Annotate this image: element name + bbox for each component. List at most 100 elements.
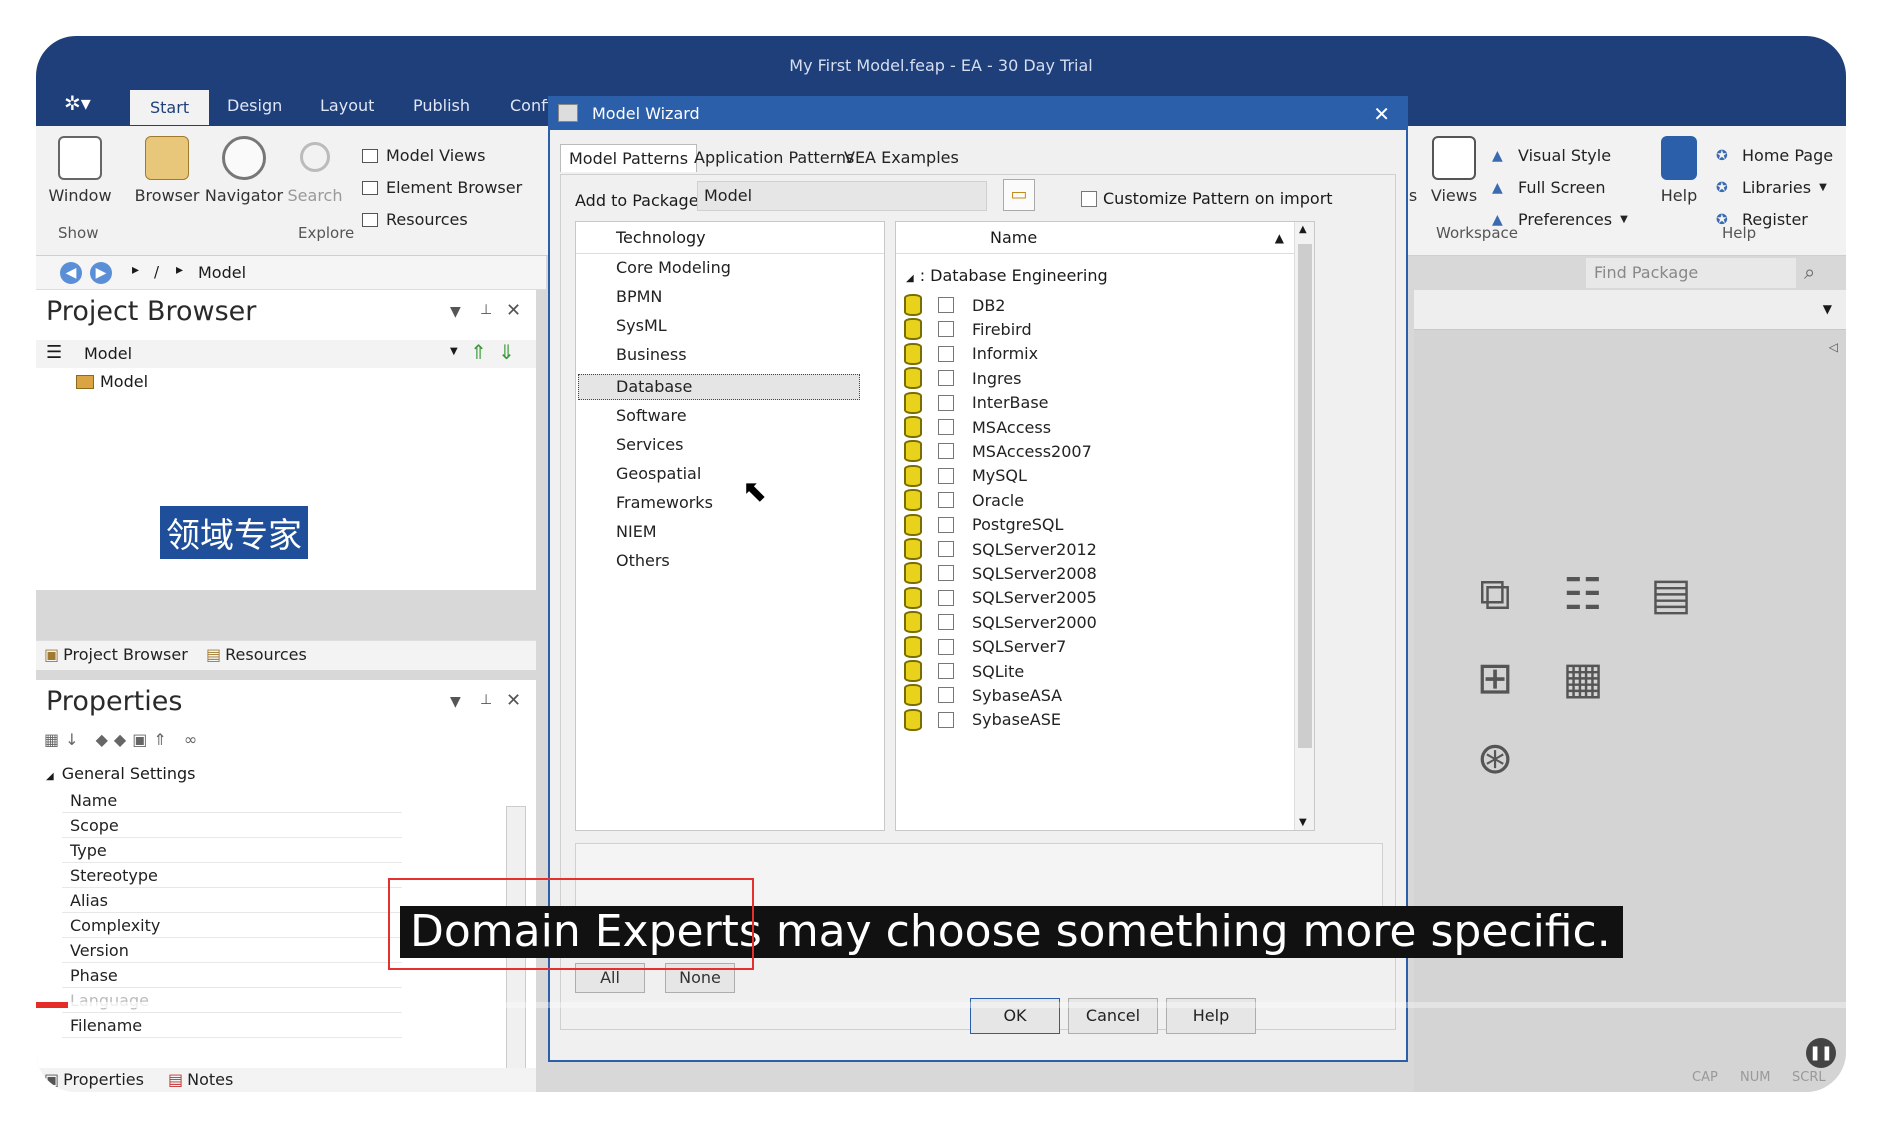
tab-configure[interactable]: Confi xyxy=(510,96,551,115)
tab-vea-examples[interactable]: VEA Examples xyxy=(836,144,967,171)
tab-publish[interactable]: Publish xyxy=(413,96,470,115)
menu-icon[interactable]: ☰ xyxy=(46,342,62,363)
pattern-checkbox[interactable] xyxy=(938,394,954,411)
pattern-checkbox[interactable] xyxy=(938,614,954,631)
tab-model-patterns[interactable]: Model Patterns xyxy=(560,144,698,172)
pattern-checkbox[interactable] xyxy=(938,541,954,557)
pause-icon[interactable]: ❚❚ xyxy=(1806,1038,1836,1068)
chevron-down-icon[interactable]: ▼ xyxy=(450,346,458,357)
visual-style-button[interactable]: ▲ Visual Style xyxy=(1492,146,1611,165)
pattern-row[interactable]: SybaseASE xyxy=(904,707,1061,733)
tech-geospatial[interactable]: Geospatial xyxy=(616,464,701,483)
pattern-checkbox[interactable] xyxy=(938,321,954,338)
browse-folder-icon[interactable]: ▭ xyxy=(1003,179,1035,211)
libraries-button[interactable]: ✪ Libraries ▼ xyxy=(1716,178,1827,197)
pin-icon[interactable]: ⊥ xyxy=(480,692,492,708)
pattern-checkbox[interactable] xyxy=(938,492,954,509)
tech-bpmn[interactable]: BPMN xyxy=(616,287,662,306)
pattern-row[interactable]: SybaseASA xyxy=(904,682,1062,708)
path-arrow-icon[interactable]: ▸ xyxy=(132,262,139,278)
tech-database[interactable]: Database xyxy=(616,377,692,396)
resources-button[interactable]: Resources xyxy=(362,210,468,229)
pattern-checkbox[interactable] xyxy=(938,565,954,582)
close-icon[interactable]: ✕ xyxy=(506,690,521,711)
pattern-checkbox[interactable] xyxy=(938,711,954,728)
pattern-row[interactable]: SQLServer2005 xyxy=(904,585,1097,611)
tab-resources[interactable]: ▤ Resources xyxy=(206,645,307,664)
tab-layout[interactable]: Layout xyxy=(320,96,374,115)
video-progress-bar[interactable] xyxy=(36,1002,1846,1008)
grid-icon[interactable]: ▦ xyxy=(1558,654,1608,704)
model-views-button[interactable]: Model Views xyxy=(362,146,485,165)
app-menu-icon[interactable]: ✲▾ xyxy=(64,91,108,121)
checked-folder-icon[interactable]: ▤ xyxy=(1646,570,1696,620)
pattern-checkbox[interactable] xyxy=(938,297,954,313)
close-icon[interactable]: ✕ xyxy=(506,300,521,321)
pattern-row[interactable]: SQLServer7 xyxy=(904,634,1066,660)
tab-start[interactable]: Start xyxy=(130,90,210,125)
tech-sysml[interactable]: SysML xyxy=(616,316,667,335)
pattern-checkbox[interactable] xyxy=(938,419,954,435)
pattern-checkbox[interactable] xyxy=(938,467,954,484)
pattern-row[interactable]: DB2 xyxy=(904,292,1005,318)
pattern-row[interactable]: PostgreSQL xyxy=(904,512,1063,538)
collapse-left-icon[interactable]: ◁ xyxy=(1829,340,1838,354)
full-screen-button[interactable]: ▲ Full Screen xyxy=(1492,178,1605,197)
pattern-checkbox[interactable] xyxy=(938,345,954,362)
path-model[interactable]: Model xyxy=(198,263,246,282)
pattern-row[interactable]: MySQL xyxy=(904,463,1027,489)
checkbox[interactable] xyxy=(1081,190,1097,207)
wheel-icon[interactable]: ⊛ xyxy=(1470,734,1520,784)
help-button[interactable]: Help xyxy=(1654,136,1704,205)
scroll-down-icon[interactable]: ▼ xyxy=(1299,817,1307,828)
chevron-down-icon[interactable]: ▼ xyxy=(1823,302,1832,316)
tree-icon[interactable]: ⊞ xyxy=(1470,654,1520,704)
pattern-row[interactable]: SQLite xyxy=(904,658,1024,684)
move-down-icon[interactable]: ⇓ xyxy=(498,340,515,364)
browser-button[interactable]: Browser xyxy=(134,136,200,205)
pattern-row[interactable]: Ingres xyxy=(904,365,1021,391)
tech-others[interactable]: Others xyxy=(616,551,670,570)
element-browser-button[interactable]: Element Browser xyxy=(362,178,522,197)
navigator-button[interactable]: Navigator xyxy=(204,136,284,205)
tech-software[interactable]: Software xyxy=(616,406,687,425)
pattern-checkbox[interactable] xyxy=(938,443,954,460)
hierarchy-icon[interactable]: ☷ xyxy=(1558,570,1608,620)
pattern-checkbox[interactable] xyxy=(938,516,954,533)
pane-dropdown-icon[interactable]: ▼ xyxy=(450,304,461,320)
technology-header[interactable]: Technology xyxy=(576,222,884,254)
windows-icon[interactable]: ⧉ xyxy=(1470,570,1520,620)
tab-properties[interactable]: ▣ Properties xyxy=(44,1070,144,1089)
group-database-engineering[interactable]: ◢: Database Engineering xyxy=(906,266,1108,285)
pattern-row[interactable]: SQLServer2000 xyxy=(904,609,1097,635)
forward-icon[interactable]: ▶ xyxy=(90,262,112,284)
pattern-checkbox[interactable] xyxy=(938,687,954,704)
tab-design[interactable]: Design xyxy=(227,96,282,115)
pattern-scrollbar[interactable]: ▲ ▼ xyxy=(1294,222,1314,830)
sort-up-icon[interactable]: ▲ xyxy=(1275,222,1284,254)
scroll-thumb[interactable] xyxy=(1298,244,1312,748)
pattern-row[interactable]: SQLServer2008 xyxy=(904,560,1097,586)
tech-business[interactable]: Business xyxy=(616,345,687,364)
pattern-row[interactable]: Oracle xyxy=(904,487,1024,513)
tech-frameworks[interactable]: Frameworks xyxy=(616,493,713,512)
views-button[interactable]: Views xyxy=(1424,136,1484,205)
tech-services[interactable]: Services xyxy=(616,435,683,454)
back-icon[interactable]: ◀ xyxy=(60,262,82,284)
tree-item-model[interactable]: Model xyxy=(76,372,148,391)
search-icon[interactable]: ⌕ xyxy=(1804,260,1815,284)
pattern-checkbox[interactable] xyxy=(938,370,954,387)
pin-icon[interactable]: ⊥ xyxy=(480,302,492,318)
close-icon[interactable]: ✕ xyxy=(1373,98,1390,130)
pattern-row[interactable]: MSAccess2007 xyxy=(904,438,1092,464)
search-button[interactable]: Search xyxy=(284,136,346,205)
tech-niem[interactable]: NIEM xyxy=(616,522,657,541)
general-settings-header[interactable]: ◢ General Settings xyxy=(46,764,195,783)
pattern-row[interactable]: InterBase xyxy=(904,390,1049,416)
path-arrow-icon[interactable]: ▸ xyxy=(176,262,183,278)
pattern-row[interactable]: Informix xyxy=(904,341,1038,367)
tab-notes[interactable]: ▤ Notes xyxy=(168,1070,233,1089)
tab-project-browser[interactable]: ▣ Project Browser xyxy=(44,645,188,664)
add-to-package-field[interactable]: Model xyxy=(697,181,987,211)
move-up-icon[interactable]: ⇑ xyxy=(470,340,487,364)
